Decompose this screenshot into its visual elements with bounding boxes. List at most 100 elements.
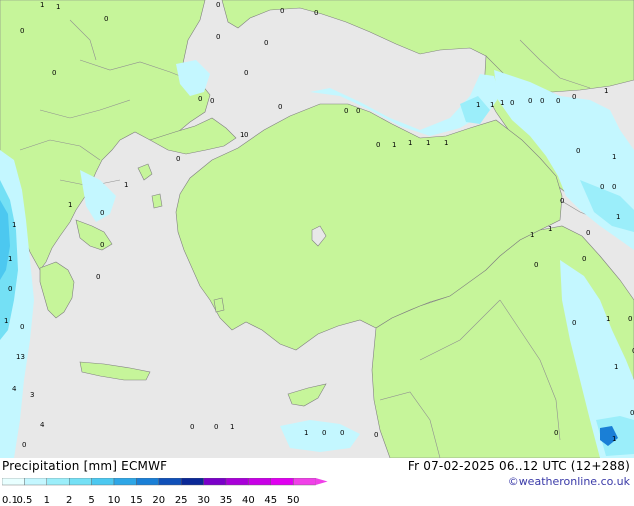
colorbar-swatch bbox=[24, 477, 47, 486]
precip-value: 1 bbox=[12, 221, 16, 229]
colorbar-label: 45 bbox=[264, 495, 278, 506]
colorbar-label: 0.5 bbox=[16, 495, 33, 506]
colorbar-label: 15 bbox=[130, 495, 143, 506]
precip-value: 1 bbox=[392, 141, 396, 149]
precip-value: 0 bbox=[560, 197, 564, 205]
colorbar-swatch bbox=[203, 477, 227, 486]
colorbar-swatch bbox=[136, 477, 159, 486]
colorbar-label: 20 bbox=[152, 495, 166, 506]
precip-value: 0 bbox=[534, 261, 538, 269]
precip-value: 0 bbox=[556, 97, 560, 105]
precip-value: 0 bbox=[510, 99, 514, 107]
precip-value: 0 bbox=[104, 15, 108, 23]
credit-text: ©weatheronline.co.uk bbox=[507, 475, 630, 488]
precip-value: 1 bbox=[530, 231, 534, 239]
precip-value: 0 bbox=[100, 241, 104, 249]
precip-value: 0 bbox=[216, 33, 220, 41]
precip-value: 1 bbox=[612, 153, 616, 161]
precip-value: 0 bbox=[190, 423, 194, 431]
colorbar-swatch bbox=[225, 477, 249, 486]
precip-value: 1 bbox=[444, 139, 448, 147]
precip-value: 0 bbox=[576, 147, 580, 155]
colorbar-label: 30 bbox=[197, 495, 210, 506]
colorbar-swatch bbox=[270, 477, 294, 486]
land-chios bbox=[151, 193, 163, 209]
colorbar-label: 5 bbox=[88, 495, 95, 506]
colorbar-label: 1 bbox=[43, 495, 50, 506]
precip-value: 1 bbox=[304, 429, 308, 437]
precip-value: 1 bbox=[230, 423, 234, 431]
precip-value: 0 bbox=[280, 7, 284, 15]
precip-value: 0 bbox=[198, 95, 202, 103]
colorbar-swatch bbox=[46, 477, 70, 486]
precip-value: 1 bbox=[426, 139, 430, 147]
precip-value: 0 bbox=[22, 441, 26, 449]
precip-value: 0 bbox=[374, 431, 378, 439]
legend-title: Precipitation [mm] ECMWF bbox=[2, 459, 168, 473]
precip-value: 0 bbox=[8, 285, 12, 293]
precip-value: 1 bbox=[548, 225, 552, 233]
colorbar-swatch bbox=[1, 477, 25, 486]
precip-value: 1 bbox=[56, 3, 60, 11]
colorbar-swatch bbox=[158, 477, 182, 486]
precip-value: 1 bbox=[408, 139, 412, 147]
colorbar-arrow bbox=[315, 478, 328, 485]
precip-value: 0 bbox=[600, 183, 604, 191]
colorbar-swatches bbox=[1, 477, 328, 486]
precip-value: 0 bbox=[278, 103, 282, 111]
precip-value: 0 bbox=[176, 155, 180, 163]
precip-value: 4 bbox=[40, 421, 45, 429]
colorbar-label: 25 bbox=[174, 495, 188, 506]
precip-value: 1 bbox=[40, 1, 44, 9]
colorbar-label: 2 bbox=[66, 495, 73, 506]
legend-footer: Precipitation [mm] ECMWF Fr 07-02-2025 0… bbox=[0, 458, 634, 506]
precip-value: 0 bbox=[572, 319, 576, 327]
forecast-time: Fr 07-02-2025 06..12 UTC (12+288) bbox=[407, 459, 630, 473]
precip-value: 0 bbox=[264, 39, 268, 47]
colorbar-swatch bbox=[91, 477, 115, 486]
precip-value: 0 bbox=[528, 97, 532, 105]
precip-value: 0 bbox=[20, 323, 24, 331]
precip-value: 1 bbox=[614, 363, 618, 371]
precip-value: 4 bbox=[12, 385, 17, 393]
colorbar-label: 50 bbox=[286, 495, 300, 506]
precip-value: 0 bbox=[554, 429, 558, 437]
colorbar-swatch bbox=[180, 477, 204, 486]
precip-value: 1 bbox=[68, 201, 72, 209]
precip-value: 1 bbox=[604, 87, 608, 95]
precip-value: 0 bbox=[244, 131, 248, 139]
precip-value: 0 bbox=[582, 255, 586, 263]
precip-value: 0 bbox=[586, 229, 590, 237]
precip-value: 1 bbox=[616, 213, 620, 221]
precip-value: 0 bbox=[628, 315, 632, 323]
precip-value: 0 bbox=[612, 183, 616, 191]
precip-value: 0 bbox=[216, 1, 220, 9]
precip-value: 1 bbox=[500, 99, 504, 107]
precip-value: 1 bbox=[490, 101, 494, 109]
precip-value: 0 bbox=[376, 141, 380, 149]
colorbar-swatch bbox=[248, 477, 271, 486]
precip-value: 13 bbox=[16, 353, 25, 361]
precip-value: 0 bbox=[210, 97, 214, 105]
precip-value: 0 bbox=[540, 97, 544, 105]
map-canvas: 1 1000000 00 00 00 0 01 11 0 0 0 0 01100 1 1 1 11101 000 0… bbox=[0, 0, 634, 458]
precip-value: 1 bbox=[476, 101, 480, 109]
precip-value: 0 bbox=[244, 69, 248, 77]
precip-value: 0 bbox=[100, 209, 104, 217]
precip-value: 0 bbox=[356, 107, 360, 115]
precip-value: 3 bbox=[30, 391, 34, 399]
precip-value: 0 bbox=[20, 27, 24, 35]
precip-value: 0 bbox=[214, 423, 218, 431]
precip-value: 0 bbox=[344, 107, 348, 115]
colorbar-label: 40 bbox=[242, 495, 255, 506]
precip-value: 0 bbox=[340, 429, 344, 437]
colorbar-swatch bbox=[293, 477, 316, 486]
precip-value: 1 bbox=[606, 315, 610, 323]
precip-value: 1 bbox=[8, 255, 12, 263]
precip-value: 0 bbox=[322, 429, 326, 437]
colorbar-swatch bbox=[68, 477, 92, 486]
precip-value: 0 bbox=[96, 273, 100, 281]
precip-value: 1 bbox=[4, 317, 8, 325]
precipitation-map: 1100000000000000111000001100111111010000… bbox=[0, 0, 634, 458]
precip-value: 0 bbox=[630, 409, 634, 417]
